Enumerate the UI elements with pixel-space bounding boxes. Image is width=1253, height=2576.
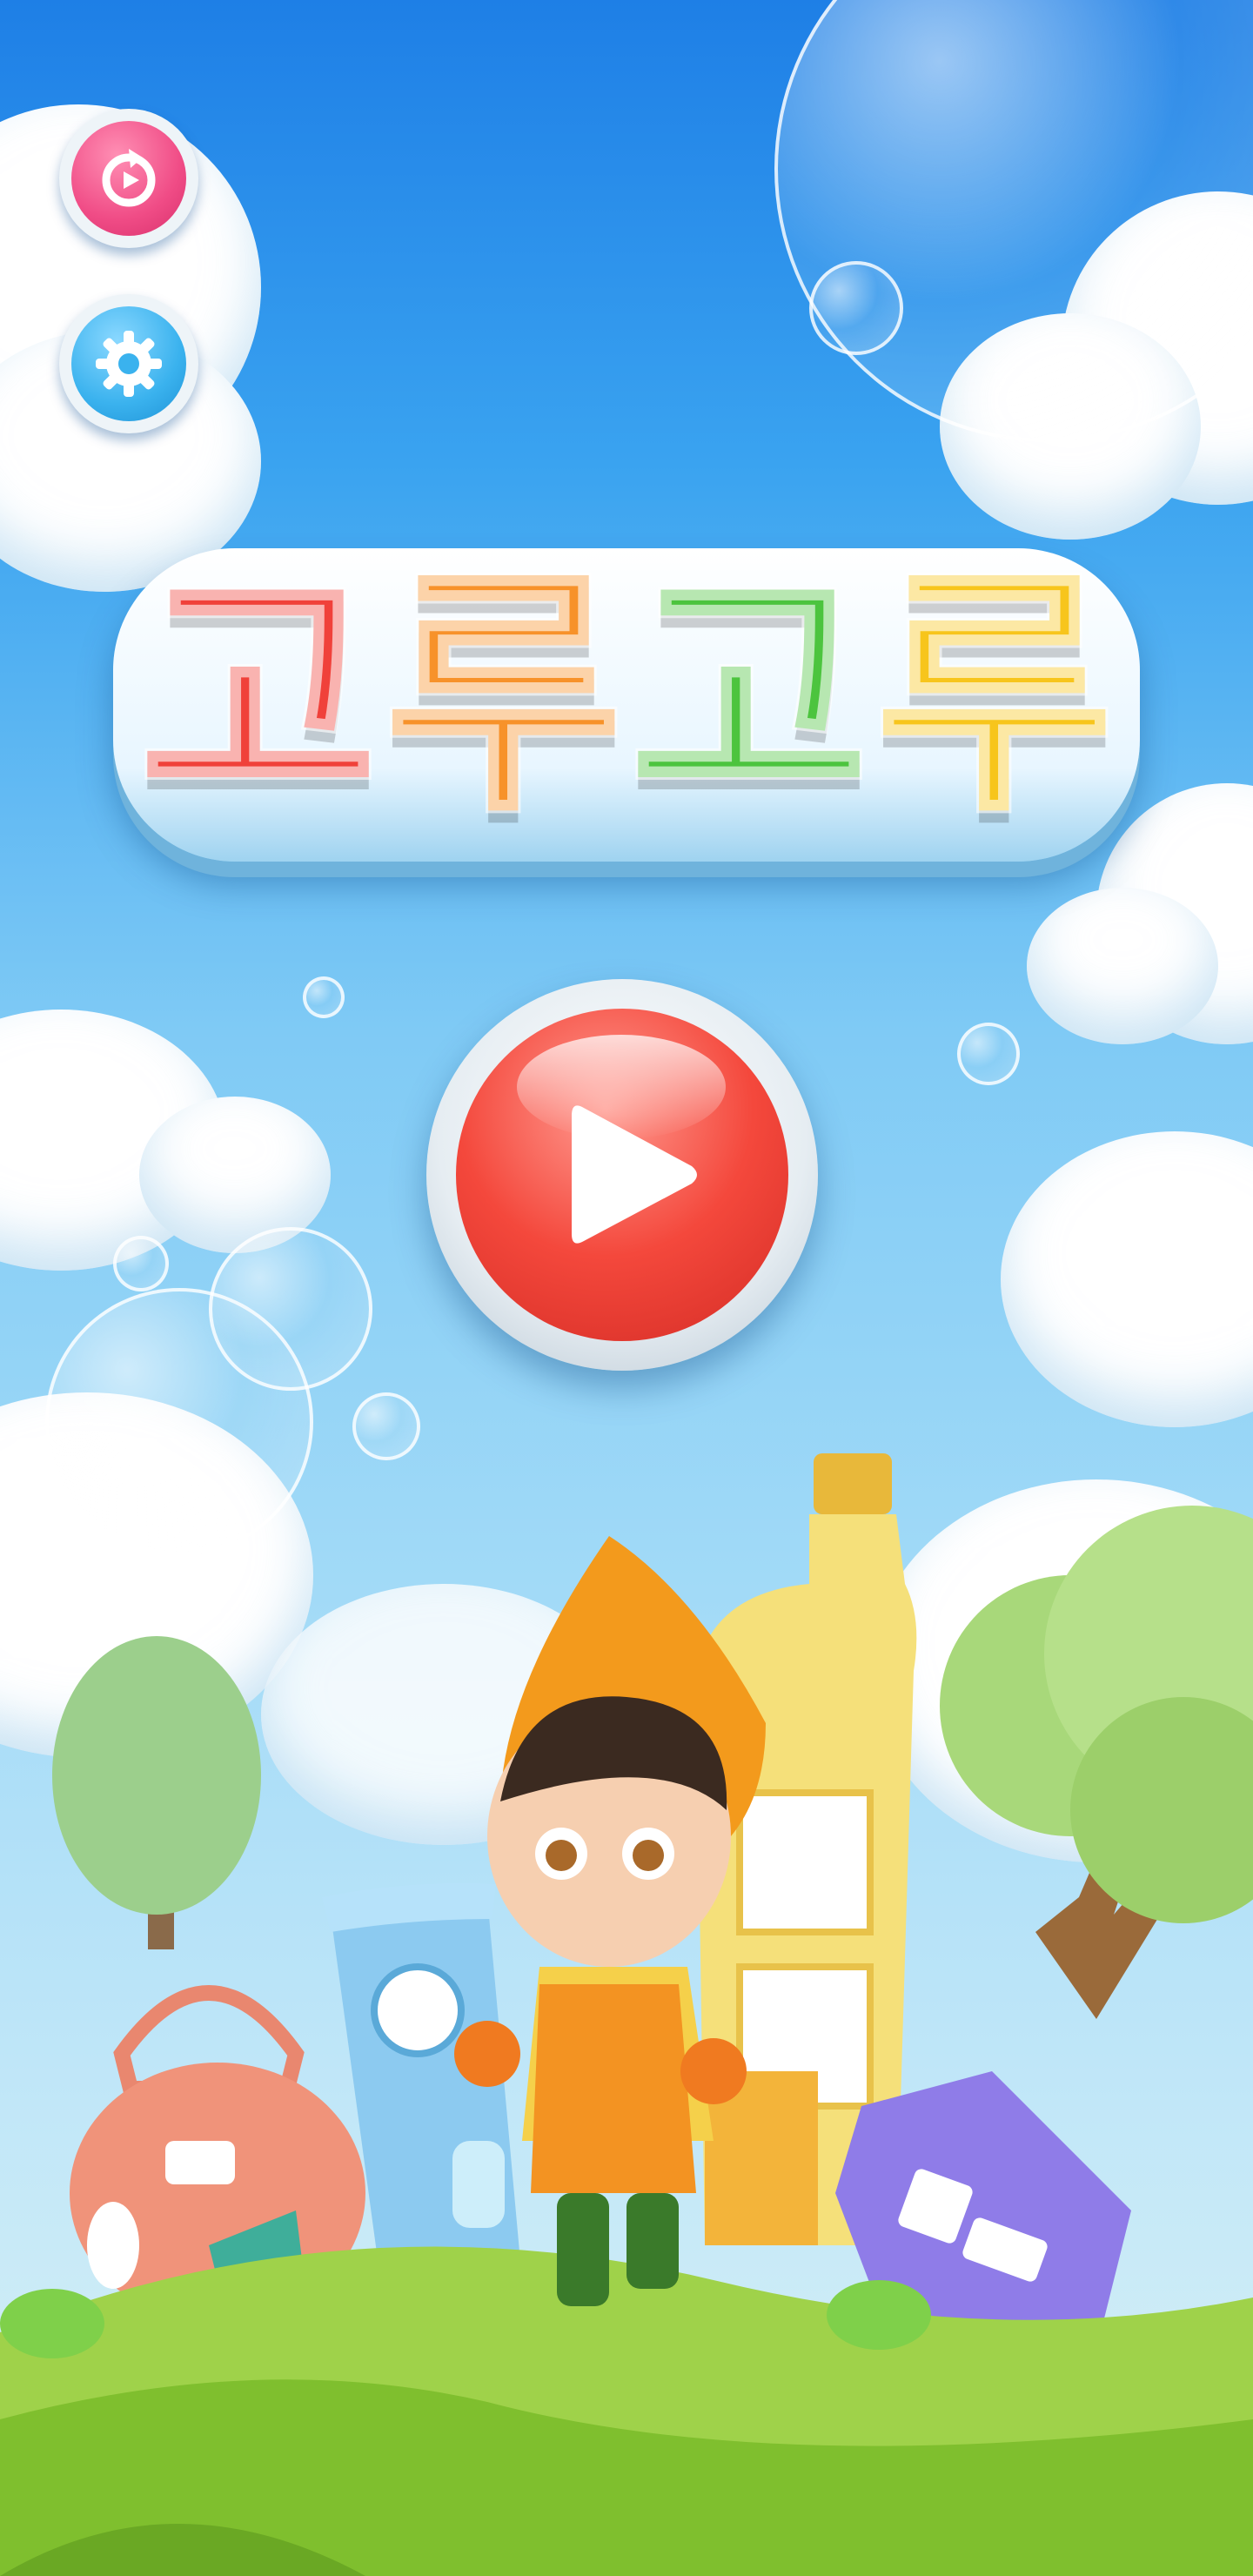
bubble	[113, 1236, 169, 1291]
play-button[interactable]	[426, 979, 818, 1371]
play-button-face	[456, 1009, 788, 1341]
cloud	[1001, 1131, 1253, 1427]
green-tree-left	[52, 1636, 261, 1949]
title-char-2: 루	[381, 544, 626, 848]
play-icon	[572, 1105, 697, 1244]
green-tree-right	[940, 1506, 1253, 2019]
bubble	[774, 0, 1253, 442]
title-char-4: 루	[872, 544, 1117, 848]
bubble	[303, 976, 345, 1018]
cloud	[1027, 888, 1218, 1044]
restart-button-face	[71, 121, 186, 236]
restart-button[interactable]	[59, 109, 198, 248]
bubble	[957, 1023, 1020, 1085]
settings-button-face	[71, 306, 186, 421]
bubble	[809, 261, 903, 355]
title-char-1: 고	[136, 544, 381, 848]
bubble	[209, 1227, 372, 1391]
restart-icon	[102, 149, 156, 207]
scene-illustration	[0, 1453, 1253, 2576]
title-screen: 고 루 고 루	[0, 0, 1253, 2576]
title-char-3: 고	[626, 544, 872, 848]
settings-button[interactable]	[59, 294, 198, 433]
gear-icon	[96, 331, 162, 397]
title-text: 고 루 고 루	[96, 531, 1157, 862]
game-title: 고 루 고 루	[96, 496, 1157, 896]
